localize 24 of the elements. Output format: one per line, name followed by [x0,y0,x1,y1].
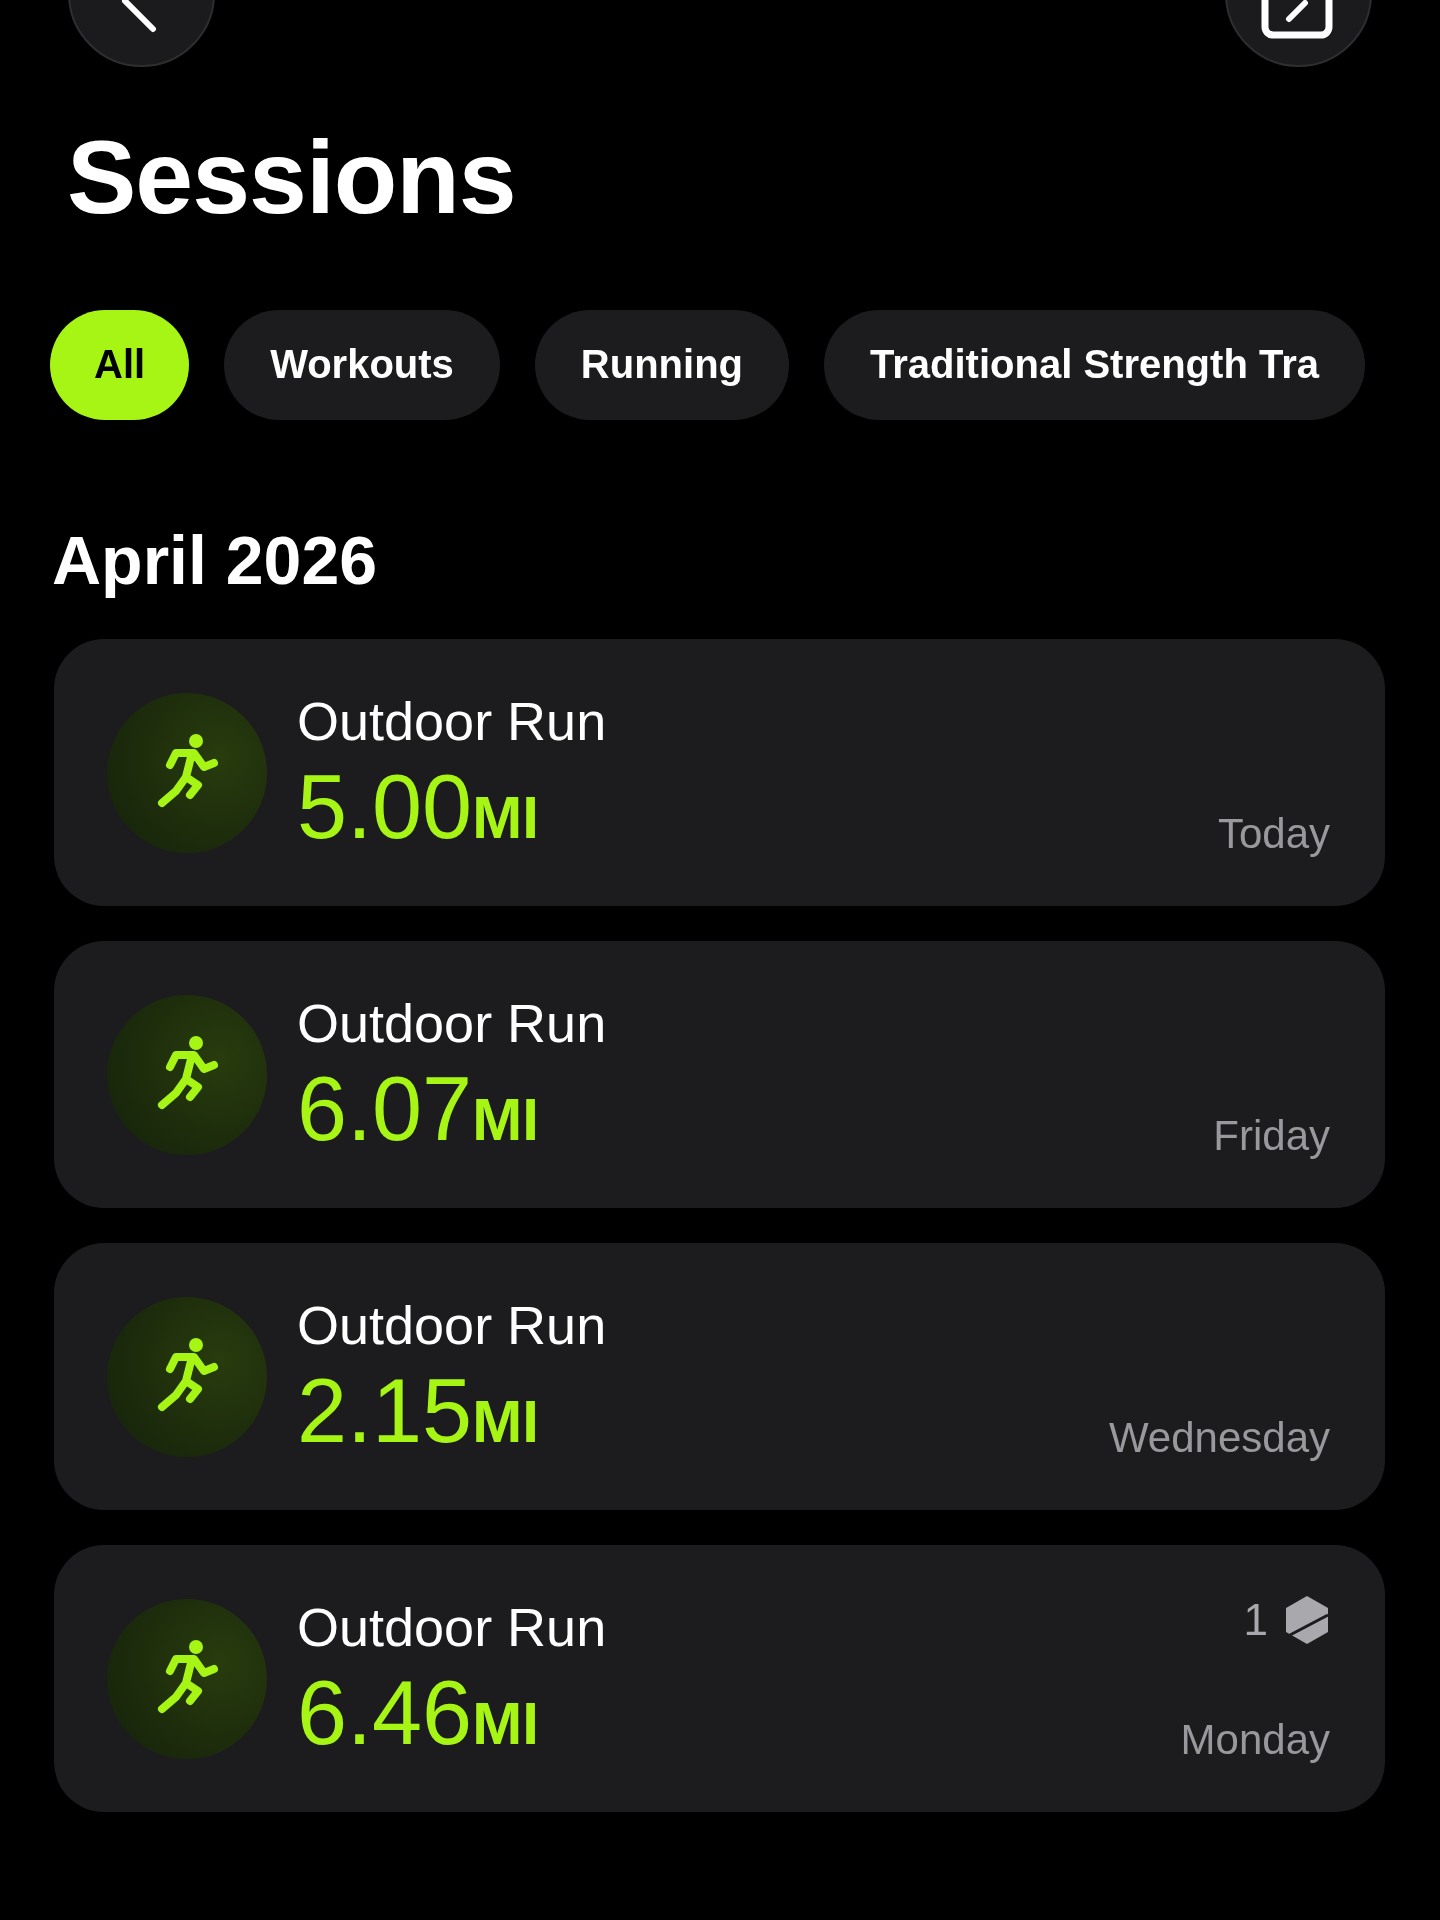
session-day: Today [1217,810,1330,859]
section-heading: April 2026 [52,520,379,600]
session-name: Outdoor Run [297,1596,607,1659]
session-card[interactable]: Outdoor Run 5.00MI Today [54,639,1385,907]
hexagon-icon [1284,1595,1330,1646]
filter-chip[interactable]: Workouts [224,309,500,420]
session-distance: 5.00MI [297,757,540,857]
session-distance: 6.46MI [297,1663,540,1763]
session-day: Monday [1180,1716,1330,1765]
session-distance: 2.15MI [297,1361,540,1461]
session-card[interactable]: Outdoor Run 6.46MI 1 Monday [54,1545,1385,1813]
session-distance: 6.07MI [297,1059,540,1159]
session-card[interactable]: Outdoor Run 2.15MI Wednesday [54,1243,1385,1511]
session-day: Wednesday [1108,1414,1330,1463]
filter-chip[interactable]: All [50,309,190,420]
page-title: Sessions [67,118,517,237]
session-name: Outdoor Run [297,690,607,753]
session-card[interactable]: Outdoor Run 6.07MI Friday [54,941,1385,1209]
filter-chip[interactable]: Running [534,309,789,420]
session-day: Friday [1213,1112,1330,1161]
filter-chip[interactable]: Traditional Strength Tra [824,309,1365,420]
session-name: Outdoor Run [297,1294,607,1357]
award-count: 1 [1243,1595,1268,1646]
session-name: Outdoor Run [297,992,607,1055]
